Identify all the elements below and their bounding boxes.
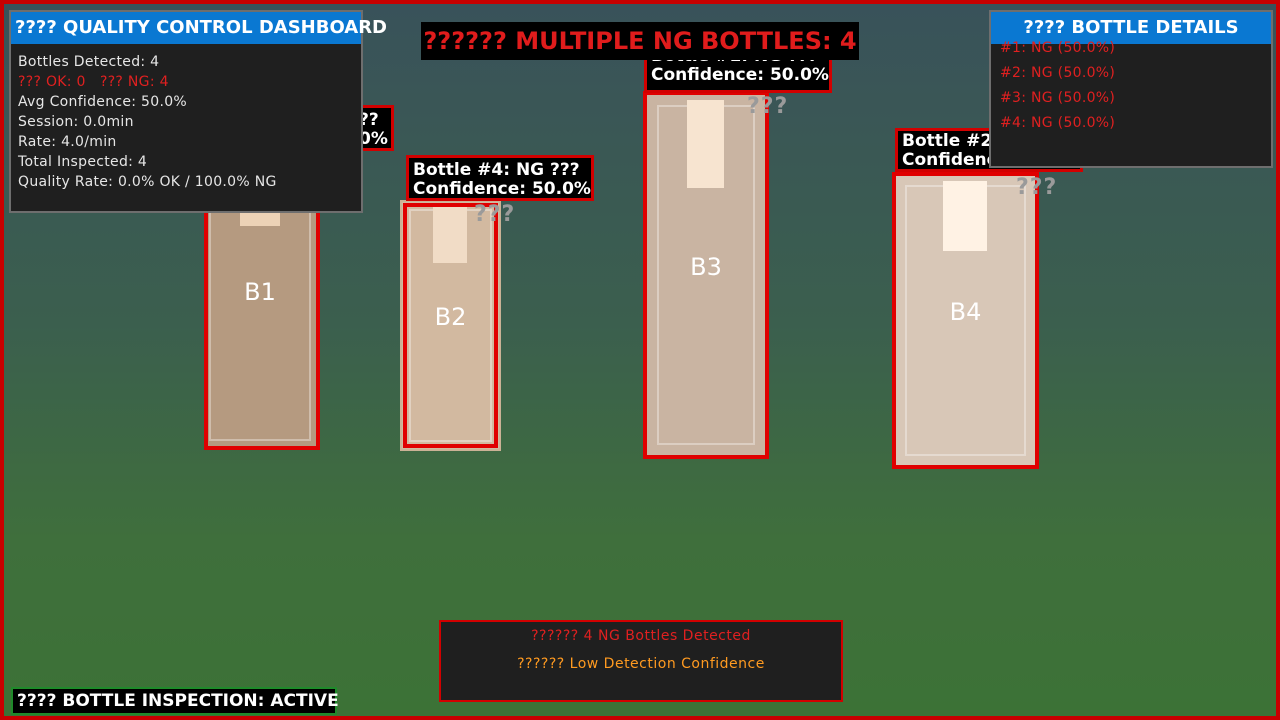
ok-ng-count: ??? OK: 0 ??? NG: 4 <box>18 74 169 90</box>
warning-marks: ??? <box>747 94 789 119</box>
bottle-b1[interactable]: B1 <box>200 190 320 450</box>
dashboard-title: ???? QUALITY CONTROL DASHBOARD <box>11 12 387 44</box>
ng-bounding-box <box>204 194 320 450</box>
alerts-panel: ?????? 4 NG Bottles Detected ?????? Low … <box>439 620 843 702</box>
ng-count-alert: ?????? 4 NG Bottles Detected <box>531 628 751 644</box>
inspection-rate: Rate: 4.0/min <box>18 134 117 150</box>
bottle-label: B4 <box>949 298 982 326</box>
low-confidence-alert: ?????? Low Detection Confidence <box>517 656 765 672</box>
bottle-details-panel: ???? BOTTLE DETAILS #1: NG (50.0%) #2: N… <box>989 10 1273 168</box>
warning-marks: ??? <box>474 202 516 227</box>
bottle-label: B3 <box>690 253 722 281</box>
detail-item[interactable]: #3: NG (50.0%) <box>991 86 1271 111</box>
detail-item[interactable]: #2: NG (50.0%) <box>991 61 1271 86</box>
bottle-b4[interactable]: B4 ??? <box>892 172 1056 469</box>
bottle-b3[interactable]: B3 ??? <box>643 91 787 459</box>
detail-item[interactable]: #4: NG (50.0%) <box>991 111 1271 136</box>
bottle-b2[interactable]: B2 ??? <box>400 200 514 451</box>
quality-rate: Quality Rate: 0.0% OK / 100.0% NG <box>18 174 277 190</box>
bottle-label: B1 <box>244 278 276 306</box>
bottle-label: B2 <box>434 303 467 331</box>
warning-marks: ??? <box>1016 175 1058 200</box>
bottles-detected: Bottles Detected: 4 <box>18 54 160 70</box>
bottle-b2-tag: Bottle #4: NG ??? Confidence: 50.0% <box>406 155 594 201</box>
total-inspected: Total Inspected: 4 <box>18 154 148 170</box>
ng-alert-banner: ?????? MULTIPLE NG BOTTLES: 4 <box>421 22 859 60</box>
avg-confidence: Avg Confidence: 50.0% <box>18 94 188 110</box>
quality-dashboard-panel: ???? QUALITY CONTROL DASHBOARD Bottles D… <box>9 10 387 213</box>
session-time: Session: 0.0min <box>18 114 134 130</box>
inspection-status: ???? BOTTLE INSPECTION: ACTIVE <box>11 687 339 715</box>
